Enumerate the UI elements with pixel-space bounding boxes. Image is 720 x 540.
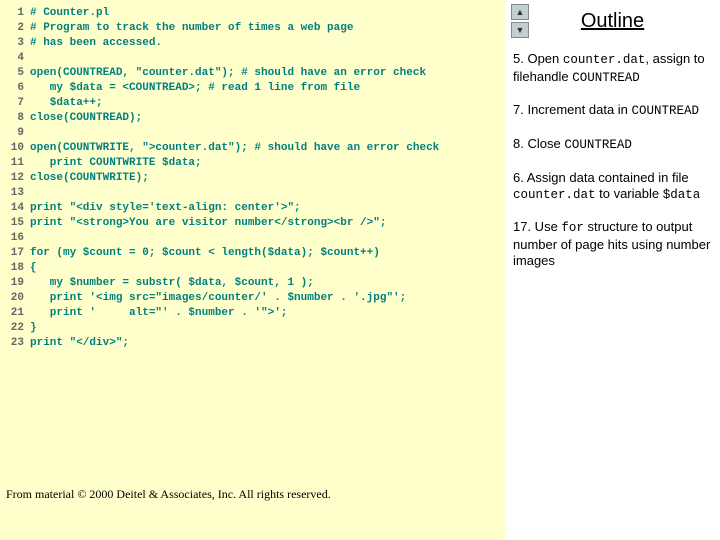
outline-note-5: 5. Open counter.dat, assign to filehandl… [513, 51, 712, 86]
code-line: 13 [0, 186, 505, 201]
line-number: 16 [0, 231, 30, 246]
note-text: 5. Open [513, 51, 563, 66]
line-number: 11 [0, 156, 30, 171]
note-text: 8. Close [513, 136, 564, 151]
code-text: print COUNTWRITE $data; [30, 156, 202, 171]
line-number: 22 [0, 321, 30, 336]
line-number: 9 [0, 126, 30, 141]
line-number: 23 [0, 336, 30, 351]
line-number: 1 [0, 6, 30, 21]
code-line: 19 my $number = substr( $data, $count, 1… [0, 276, 505, 291]
nav-block: ▲ ▼ [511, 4, 529, 38]
code-line: 22} [0, 321, 505, 336]
line-number: 4 [0, 51, 30, 66]
line-number: 5 [0, 66, 30, 81]
code-text: for (my $count = 0; $count < length($dat… [30, 246, 380, 261]
nav-down-button[interactable]: ▼ [511, 22, 529, 38]
code-line: 20 print '<img src="images/counter/' . $… [0, 291, 505, 306]
code-line: 21 print ' alt="' . $number . '">'; [0, 306, 505, 321]
line-number: 19 [0, 276, 30, 291]
outline-note-6: 6. Assign data contained in file counter… [513, 170, 712, 204]
code-line: 8close(COUNTREAD); [0, 111, 505, 126]
code-line: 16 [0, 231, 505, 246]
slide-page: 1# Counter.pl2# Program to track the num… [0, 0, 720, 540]
note-code: counter.dat [513, 188, 596, 202]
code-text: close(COUNTWRITE); [30, 171, 149, 186]
code-line: 9 [0, 126, 505, 141]
line-number: 7 [0, 96, 30, 111]
note-code: COUNTREAD [572, 71, 640, 85]
code-text: my $number = substr( $data, $count, 1 ); [30, 276, 314, 291]
code-text: $data++; [30, 96, 103, 111]
code-line: 18{ [0, 261, 505, 276]
code-line: 17for (my $count = 0; $count < length($d… [0, 246, 505, 261]
code-line: 3# has been accessed. [0, 36, 505, 51]
line-number: 17 [0, 246, 30, 261]
code-line: 1# Counter.pl [0, 6, 505, 21]
note-code: for [561, 221, 584, 235]
code-text: } [30, 321, 37, 336]
note-code: $data [663, 188, 701, 202]
note-code: counter.dat [563, 53, 646, 67]
line-number: 10 [0, 141, 30, 156]
line-number: 13 [0, 186, 30, 201]
code-line: 10open(COUNTWRITE, ">counter.dat"); # sh… [0, 141, 505, 156]
line-number: 3 [0, 36, 30, 51]
nav-up-button[interactable]: ▲ [511, 4, 529, 20]
code-text: print ' alt="' . $number . '">'; [30, 306, 287, 321]
outline-note-17: 17. Use for structure to output number o… [513, 219, 712, 269]
line-number: 2 [0, 21, 30, 36]
line-number: 21 [0, 306, 30, 321]
code-line: 5open(COUNTREAD, "counter.dat"); # shoul… [0, 66, 505, 81]
code-line: 6 my $data = <COUNTREAD>; # read 1 line … [0, 81, 505, 96]
line-number: 14 [0, 201, 30, 216]
note-code: COUNTREAD [632, 104, 700, 118]
outline-title: Outline [513, 10, 712, 33]
code-text: open(COUNTREAD, "counter.dat"); # should… [30, 66, 426, 81]
line-number: 20 [0, 291, 30, 306]
code-text: # Counter.pl [30, 6, 109, 21]
note-text: to variable [596, 186, 663, 201]
outline-panel: ▲ ▼ Outline 5. Open counter.dat, assign … [505, 0, 720, 540]
code-line: 14print "<div style='text-align: center'… [0, 201, 505, 216]
note-text: 7. Increment data in [513, 102, 632, 117]
note-code: COUNTREAD [564, 138, 632, 152]
code-block: 1# Counter.pl2# Program to track the num… [0, 0, 505, 351]
code-text: open(COUNTWRITE, ">counter.dat"); # shou… [30, 141, 439, 156]
code-line: 7 $data++; [0, 96, 505, 111]
line-number: 18 [0, 261, 30, 276]
code-line: 23print "</div>"; [0, 336, 505, 351]
code-text: print "<strong>You are visitor number</s… [30, 216, 386, 231]
code-text: # has been accessed. [30, 36, 162, 51]
note-text: 6. Assign data contained in file [513, 170, 689, 185]
line-number: 12 [0, 171, 30, 186]
code-line: 15print "<strong>You are visitor number<… [0, 216, 505, 231]
line-number: 8 [0, 111, 30, 126]
code-text: print '<img src="images/counter/' . $num… [30, 291, 406, 306]
line-number: 15 [0, 216, 30, 231]
code-line: 12close(COUNTWRITE); [0, 171, 505, 186]
outline-note-8: 8. Close COUNTREAD [513, 136, 712, 154]
code-text: print "</div>"; [30, 336, 129, 351]
outline-note-7: 7. Increment data in COUNTREAD [513, 102, 712, 120]
code-text: print "<div style='text-align: center'>"… [30, 201, 301, 216]
code-line: 11 print COUNTWRITE $data; [0, 156, 505, 171]
code-panel: 1# Counter.pl2# Program to track the num… [0, 0, 505, 540]
code-text: { [30, 261, 37, 276]
code-text: my $data = <COUNTREAD>; # read 1 line fr… [30, 81, 360, 96]
code-line: 2# Program to track the number of times … [0, 21, 505, 36]
code-text: close(COUNTREAD); [30, 111, 142, 126]
line-number: 6 [0, 81, 30, 96]
code-text: # Program to track the number of times a… [30, 21, 353, 36]
copyright-footer: From material © 2000 Deitel & Associates… [6, 487, 331, 502]
note-text: 17. Use [513, 219, 561, 234]
code-line: 4 [0, 51, 505, 66]
